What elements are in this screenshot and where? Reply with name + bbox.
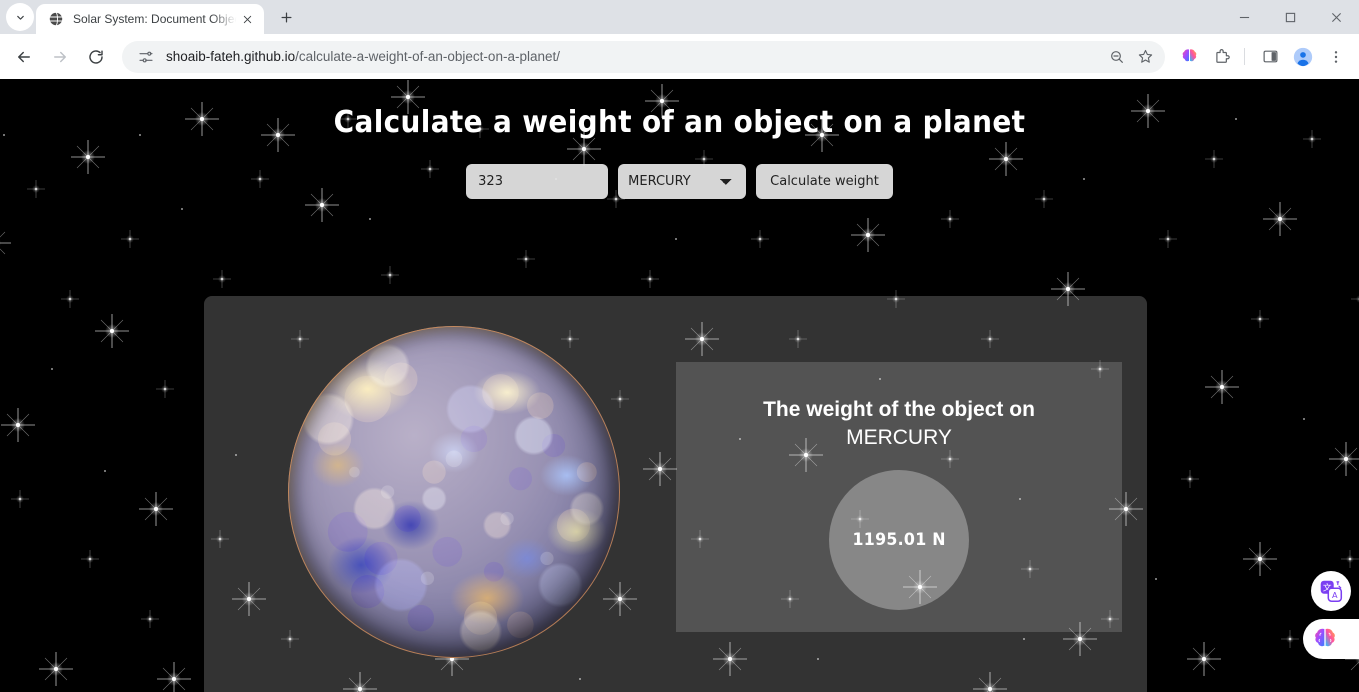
mercury-planet-image — [288, 326, 620, 658]
page-viewport: Calculate a weight of an object on a pla… — [0, 79, 1359, 692]
toolbar-divider — [1244, 48, 1245, 65]
page-title: Calculate a weight of an object on a pla… — [333, 105, 1026, 140]
brain-extension-button[interactable] — [1174, 42, 1204, 72]
planet-select-wrapper: MERCURY — [618, 164, 747, 199]
globe-icon — [47, 11, 64, 28]
url-host: shoaib-fateh.github.io — [166, 49, 296, 64]
browser-menu-button[interactable] — [1321, 42, 1351, 72]
address-bar-text: shoaib-fateh.github.io/calculate-a-weigh… — [166, 49, 1103, 64]
planet-limb — [288, 326, 620, 658]
translate-widget-button[interactable]: 文 A — [1311, 571, 1351, 611]
browser-tab[interactable]: Solar System: Document Object — [36, 4, 264, 34]
planet-select[interactable]: MERCURY — [618, 164, 747, 199]
close-icon — [243, 15, 251, 23]
zoom-out-icon — [1111, 50, 1123, 63]
weight-input[interactable] — [466, 164, 609, 199]
weight-form: MERCURY Calculate weight — [0, 164, 1359, 199]
address-bar[interactable]: shoaib-fateh.github.io/calculate-a-weigh… — [122, 40, 1165, 73]
side-panel-icon — [1263, 50, 1277, 63]
svg-text:A: A — [1332, 590, 1338, 600]
profile-avatar-icon — [1293, 47, 1313, 66]
toolbar-actions — [1171, 42, 1351, 72]
result-heading-line1: The weight of the object on — [763, 398, 1035, 421]
browser-window: Solar System: Document Object shoaib-fat… — [0, 0, 1359, 692]
result-heading: The weight of the object on MERCURY — [676, 396, 1122, 452]
new-tab-button[interactable] — [272, 3, 300, 31]
zoom-out-button[interactable] — [1103, 43, 1131, 71]
extensions-button[interactable] — [1207, 42, 1237, 72]
result-weight-value: 1195.01 N — [852, 530, 946, 550]
back-arrow-icon — [18, 51, 30, 62]
url-path: /calculate-a-weight-of-an-object-on-a-pl… — [295, 49, 560, 64]
tab-search-button[interactable] — [6, 3, 34, 31]
reload-button[interactable] — [80, 41, 112, 73]
plus-icon — [281, 12, 291, 22]
tab-close-button[interactable] — [238, 10, 256, 28]
tab-strip: Solar System: Document Object — [0, 0, 1359, 34]
minimize-icon — [1239, 16, 1249, 18]
translate-icon: 文 A — [1320, 580, 1343, 603]
maximize-icon — [1285, 12, 1295, 22]
reload-icon — [89, 49, 103, 64]
window-controls — [1221, 0, 1359, 34]
brain-icon — [1182, 49, 1196, 63]
bookmark-button[interactable] — [1131, 43, 1159, 71]
result-value-circle: 1195.01 N — [829, 470, 969, 610]
three-dot-menu-icon — [1334, 50, 1338, 63]
tab-title: Solar System: Document Object — [73, 12, 238, 26]
window-close-button[interactable] — [1313, 0, 1359, 34]
chevron-down-icon — [16, 15, 24, 20]
result-planet-name: MERCURY — [846, 426, 952, 449]
browser-toolbar: shoaib-fateh.github.io/calculate-a-weigh… — [0, 34, 1359, 79]
profile-button[interactable] — [1288, 42, 1318, 72]
back-button[interactable] — [8, 41, 40, 73]
brain-icon — [1315, 628, 1335, 648]
side-panel-button[interactable] — [1255, 42, 1285, 72]
calculate-weight-button[interactable]: Calculate weight — [756, 164, 893, 199]
forward-arrow-icon — [54, 51, 66, 62]
window-minimize-button[interactable] — [1221, 0, 1267, 34]
puzzle-piece-icon — [1216, 48, 1230, 63]
close-icon — [1331, 12, 1341, 22]
window-maximize-button[interactable] — [1267, 0, 1313, 34]
result-panel: The weight of the object on MERCURY 1195… — [676, 362, 1122, 632]
ai-assistant-button[interactable] — [1303, 619, 1359, 659]
star-icon — [1138, 49, 1152, 63]
tune-settings-icon[interactable] — [134, 45, 158, 69]
planet-sphere — [288, 326, 620, 658]
forward-button[interactable] — [44, 41, 76, 73]
content-card: The weight of the object on MERCURY 1195… — [204, 296, 1147, 692]
